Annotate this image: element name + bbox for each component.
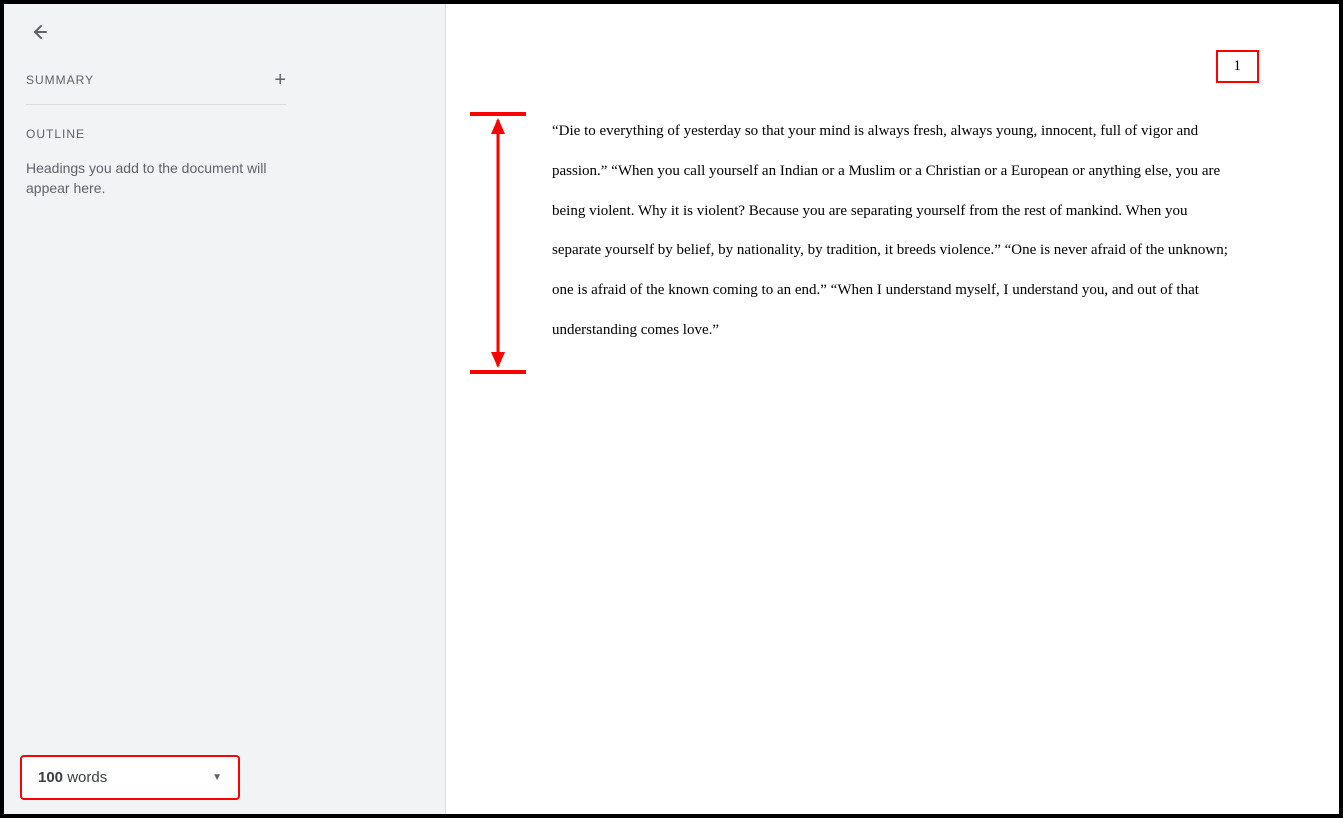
outline-hint: Headings you add to the document will ap…	[26, 159, 296, 198]
word-count-text: 100 words	[38, 769, 107, 786]
summary-label: SUMMARY	[26, 73, 94, 87]
add-summary-button[interactable]: +	[274, 70, 286, 90]
word-count-number: 100	[38, 769, 63, 786]
summary-section-header: SUMMARY +	[26, 70, 286, 105]
sidebar: SUMMARY + OUTLINE Headings you add to th…	[4, 4, 446, 814]
vertical-span-annotation	[470, 112, 526, 379]
word-count-unit: words	[67, 769, 107, 786]
outline-label: OUTLINE	[26, 127, 423, 141]
page-number: 1	[1216, 50, 1260, 83]
chevron-down-icon: ▼	[212, 772, 222, 783]
word-count-dropdown[interactable]: 100 words ▼	[20, 755, 240, 800]
back-button[interactable]	[26, 20, 50, 44]
document-body[interactable]: “Die to everything of yesterday so that …	[552, 112, 1232, 351]
document-area: 1 “Die to everything of yesterday so tha…	[446, 4, 1339, 814]
